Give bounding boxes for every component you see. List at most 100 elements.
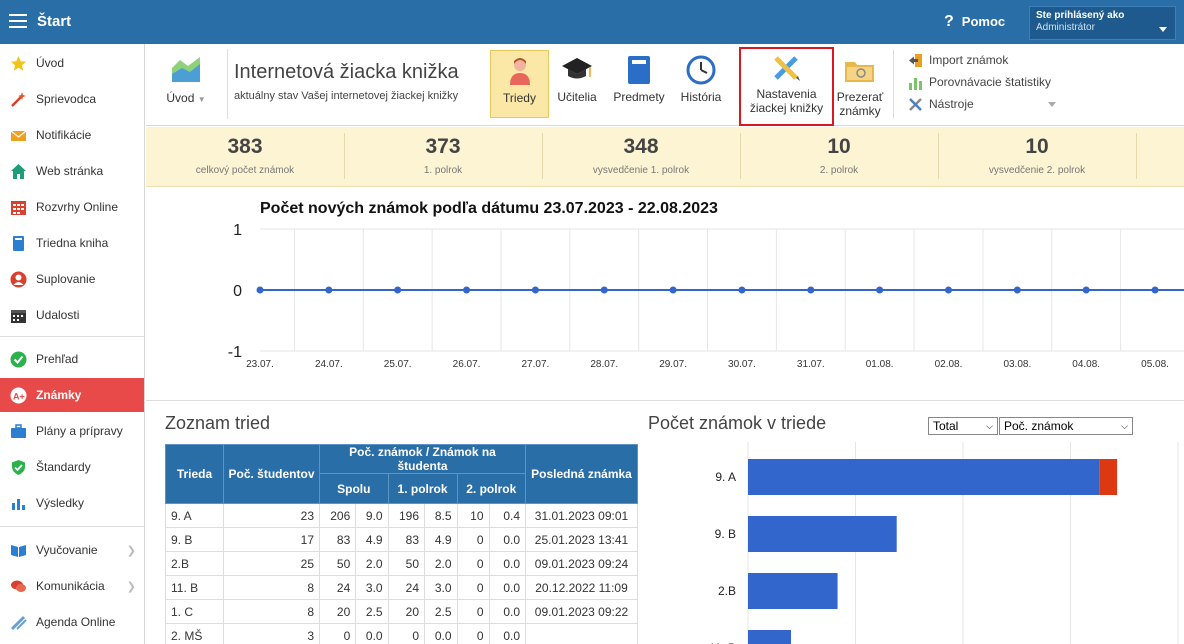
grade-icon: A+ — [10, 387, 27, 404]
uvod-label: Úvod — [166, 91, 195, 105]
table-row[interactable]: 9. B 17 83 4.9 83 4.9 0 0.0 25.01.2023 13:41 — [165, 527, 638, 552]
table-cell: 4.9 — [355, 527, 389, 552]
area-chart-icon — [160, 54, 212, 87]
table-cell: 0 — [456, 623, 490, 644]
data-point — [531, 286, 539, 294]
stat-polrok2: 10 2. polrok — [740, 127, 938, 187]
porovnavacie-statistiky-link[interactable]: Porovnávacie štatistiky — [908, 73, 1051, 91]
import-label: Import známok — [929, 53, 1009, 67]
user-menu[interactable]: Ste prihlásený ako Administrátor — [1029, 6, 1176, 40]
sidebar-item-label: Notifikácie — [36, 128, 92, 142]
sidebar-divider — [0, 336, 144, 337]
sidebar-item-komunikacia[interactable]: Komunikácia ❯ — [0, 569, 144, 603]
svg-text:A+: A+ — [13, 391, 25, 401]
sidebar-item-label: Sprievodca — [36, 92, 97, 106]
sidebar-item-sprievodca[interactable]: Sprievodca — [0, 82, 144, 116]
prezerat-znamky-button[interactable]: Prezerať známky — [834, 55, 886, 118]
sidebar-item-znamky[interactable]: A+ Známky — [0, 378, 144, 412]
stat-label: 1. polrok — [423, 165, 463, 176]
table-cell: 10 — [456, 503, 490, 528]
table-cell: 24 — [387, 575, 426, 600]
total-select[interactable]: Total ⌵ — [928, 417, 998, 435]
stat-label: vysvedčenie 2. polrok — [988, 165, 1086, 176]
table-row[interactable]: 1. C 8 20 2.5 20 2.5 0 0.0 09.01.2023 09:22 — [165, 599, 638, 624]
sidebar-item-udalosti[interactable]: Udalosti — [0, 298, 144, 332]
calendar-grid-icon — [10, 199, 27, 216]
sidebar-item-triedna-kniha[interactable]: Triedna kniha — [0, 226, 144, 260]
sidebar-item-label: Udalosti — [36, 308, 80, 322]
table-row[interactable]: 2. MŠ 3 0 0.0 0 0.0 0 0.0 — [165, 623, 638, 644]
predmety-button[interactable]: Predmety — [610, 55, 668, 104]
chevron-down-icon: ▼ — [197, 95, 206, 104]
x-tick-label: 26.07. — [453, 359, 481, 370]
predmety-label: Predmety — [613, 90, 665, 104]
sidebar-item-prehlad[interactable]: Prehľad — [0, 342, 144, 376]
table-row[interactable]: 9. A 23 206 9.0 196 8.5 10 0.4 31.01.2023 09:01 — [165, 503, 638, 528]
sidebar-item-label: Výsledky — [36, 496, 85, 510]
prezerat-label-1: Prezerať — [836, 90, 884, 104]
bar — [1099, 459, 1118, 495]
check-circle-icon — [10, 351, 27, 368]
data-point — [1082, 286, 1090, 294]
chat-icon — [10, 578, 27, 595]
import-znamok-link[interactable]: Import známok — [908, 51, 1008, 69]
table-cell: 8.5 — [424, 503, 458, 528]
data-point — [669, 286, 677, 294]
sidebar-item-notifikacie[interactable]: Notifikácie — [0, 118, 144, 152]
chevron-down-icon — [1159, 27, 1167, 32]
table-cell: 8 — [223, 575, 320, 600]
sidebar-item-vyucovanie[interactable]: Vyučovanie ❯ — [0, 533, 144, 567]
sidebar-item-uvod[interactable]: Úvod — [0, 46, 144, 80]
col-pocet-studentov[interactable]: Poč. študentov — [223, 444, 320, 504]
table-cell: 09.01.2023 09:24 — [525, 551, 638, 576]
sidebar-item-agenda-online[interactable]: Agenda Online — [0, 605, 144, 639]
historia-button[interactable]: História — [676, 55, 726, 104]
bar — [748, 459, 1100, 495]
data-point — [394, 286, 402, 294]
sidebar-item-plany[interactable]: Plány a prípravy — [0, 414, 144, 448]
col-polrok1[interactable]: 1. polrok — [387, 473, 458, 504]
sidebar-item-label: Známky — [36, 388, 82, 402]
pencil-ruler-icon — [741, 54, 832, 85]
table-row[interactable]: 11. B 8 24 3.0 24 3.0 0 0.0 20.12.2022 11:09 — [165, 575, 638, 600]
hamburger-menu-icon[interactable] — [9, 14, 27, 28]
classes-list-title: Zoznam tried — [165, 413, 271, 433]
sidebar-item-standardy[interactable]: Štandardy — [0, 450, 144, 484]
sidebar-item-rozvrhy-online[interactable]: Rozvrhy Online — [0, 190, 144, 224]
col-trieda[interactable]: Trieda — [165, 444, 224, 504]
table-row[interactable]: 2.B 25 50 2.0 50 2.0 0 0.0 09.01.2023 09:24 — [165, 551, 638, 576]
table-cell: 2.B — [165, 551, 224, 576]
table-cell: 23 — [223, 503, 320, 528]
sidebar-item-suplovanie[interactable]: Suplovanie — [0, 262, 144, 296]
col-posledna-znamka[interactable]: Posledná známka — [525, 444, 638, 504]
nastavenia-ziackej-knizky-button[interactable]: Nastavenia žiackej knižky — [739, 47, 834, 126]
metric-select[interactable]: Poč. známok ⌵ — [999, 417, 1133, 435]
table-cell: 3 — [223, 623, 320, 644]
data-point — [945, 286, 952, 294]
sidebar-item-vysledky[interactable]: Výsledky — [0, 486, 144, 520]
ucitelia-button[interactable]: Učitelia — [552, 55, 602, 104]
nastroje-dropdown[interactable]: Nástroje — [908, 95, 974, 113]
house-icon — [10, 163, 27, 180]
sidebar-item-label: Agenda Online — [36, 615, 116, 629]
notebook-icon — [610, 55, 668, 88]
table-cell: 17 — [223, 527, 320, 552]
uvod-dropdown-button[interactable]: Úvod ▼ — [160, 54, 212, 105]
table-cell: 31.01.2023 09:01 — [525, 503, 638, 528]
stats-strip: 383 celkový počet známok 373 1. polrok 3… — [146, 127, 1184, 187]
stat-label: celkový počet známok — [195, 165, 295, 176]
category-label: 9. A — [715, 470, 736, 484]
help-link[interactable]: ? Pomoc — [944, 13, 1005, 31]
col-spolu[interactable]: Spolu — [319, 473, 389, 504]
data-point — [463, 286, 471, 294]
triedy-button[interactable]: Triedy — [490, 50, 549, 118]
sidebar-item-web-stranka[interactable]: Web stránka — [0, 154, 144, 188]
table-cell: 0.0 — [488, 623, 527, 644]
col-polrok2[interactable]: 2. polrok — [456, 473, 527, 504]
chevron-down-icon: ⌵ — [986, 421, 993, 431]
table-cell: 0.4 — [488, 503, 527, 528]
table-cell: 0 — [456, 599, 490, 624]
sidebar-item-label: Prehľad — [36, 352, 79, 366]
table-cell: 83 — [387, 527, 426, 552]
x-tick-label: 29.07. — [659, 359, 687, 370]
